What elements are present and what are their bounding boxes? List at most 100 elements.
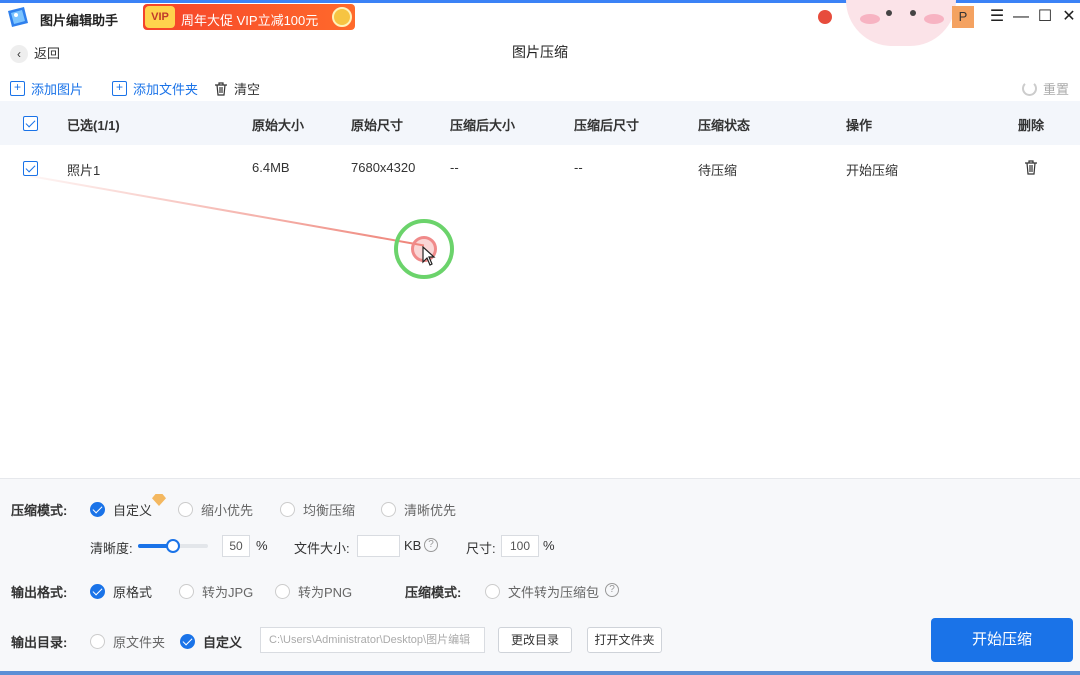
format-label: 输出格式: [11,585,68,600]
mode-shrink-option[interactable]: 缩小优先 [178,500,253,519]
cheek-right [924,14,944,24]
radio-icon [275,584,290,599]
cursor-trail [29,175,425,247]
check-radio-icon [90,584,105,599]
format-original-label: 原格式 [113,585,153,600]
help-icon[interactable]: ? [424,538,438,552]
add-folder-label: 添加文件夹 [133,82,199,97]
header-orig-size: 原始大小 [252,118,305,133]
add-image-button[interactable]: + 添加图片 [10,79,83,98]
clarity-input[interactable]: 50 [222,535,250,557]
dimension-label: 尺寸: [466,541,496,556]
output-label: 输出目录: [11,635,68,650]
output-path-input[interactable]: C:\Users\Administrator\Desktop\图片编辑 [260,627,485,653]
row-orig-dim: 7680x4320 [351,160,416,175]
maximize-button[interactable]: ☐ [1034,6,1056,28]
mode-clarity-label: 清晰优先 [404,503,457,518]
mode-balanced-option[interactable]: 均衡压缩 [280,500,355,519]
reset-label: 重置 [1043,82,1070,97]
mode-clarity-option[interactable]: 清晰优先 [381,500,456,519]
check-radio-icon [180,634,195,649]
coin-icon [332,7,352,27]
header-comp-size: 压缩后大小 [450,118,516,133]
row-orig-size: 6.4MB [252,160,290,175]
format-png-label: 转为PNG [298,585,353,600]
row-start-action[interactable]: 开始压缩 [846,160,898,179]
change-dir-button[interactable]: 更改目录 [498,627,572,653]
eye-right [910,10,916,16]
format-png-option[interactable]: 转为PNG [275,582,352,601]
close-button[interactable]: ✕ [1058,6,1080,28]
row-checkbox[interactable] [23,161,38,176]
clarity-slider[interactable] [138,539,208,553]
header-status: 压缩状态 [698,118,751,133]
row-name: 照片1 [67,163,101,178]
clear-button[interactable]: 清空 [214,79,260,98]
format-original-option[interactable]: 原格式 [90,582,152,601]
mascot-avatar[interactable] [846,0,956,46]
clarity-percent: % [256,538,268,553]
promo-banner[interactable]: VIP 周年大促 VIP立减100元 [143,4,355,30]
header-orig-dim: 原始尺寸 [351,118,404,133]
minimize-button[interactable]: — [1010,6,1032,28]
promo-text: 周年大促 VIP立减100元 [181,13,319,28]
mode-label: 压缩模式: [11,503,68,518]
radio-icon [178,502,193,517]
output-custom-label: 自定义 [203,635,243,650]
header-selected: 已选(1/1) [67,118,120,133]
output-original-label: 原文件夹 [113,635,166,650]
mode-balanced-label: 均衡压缩 [303,503,356,518]
open-folder-button[interactable]: 打开文件夹 [587,627,662,653]
mode2-label: 压缩模式: [405,585,462,600]
mode-shrink-label: 缩小优先 [201,503,254,518]
refresh-icon [1022,81,1037,96]
radio-icon [485,584,500,599]
trash-icon [215,81,227,96]
mode-custom-option[interactable]: 自定义 [90,500,152,519]
start-compress-button[interactable]: 开始压缩 [931,618,1073,662]
mode-custom-label: 自定义 [113,503,153,518]
dimension-input[interactable]: 100 [501,535,539,557]
clarity-slider-handle[interactable] [166,539,180,553]
check-radio-icon [90,502,105,517]
taskbar-edge [0,671,1080,675]
filesize-label: 文件大小: [294,541,350,556]
radio-icon [90,634,105,649]
cheek-left [860,14,880,24]
folder-plus-icon: + [112,81,127,96]
zip-option-label: 文件转为压缩包 [508,585,600,600]
page-title: 图片压缩 [512,44,568,60]
select-all-checkbox[interactable] [23,116,38,131]
header-action: 操作 [846,118,873,133]
output-custom-option[interactable]: 自定义 [180,632,242,651]
row-delete-icon[interactable] [1024,160,1038,175]
clarity-label: 清晰度: [90,541,133,556]
fruit-icon[interactable] [818,10,832,24]
row-comp-dim: -- [574,160,583,175]
app-logo-icon [8,7,28,27]
mouse-cursor-icon [422,246,436,266]
table-header [0,101,1080,145]
clear-label: 清空 [234,82,261,97]
header-comp-dim: 压缩后尺寸 [574,118,640,133]
output-original-option[interactable]: 原文件夹 [90,632,165,651]
plus-icon: + [10,81,25,96]
menu-button[interactable]: ☰ [986,6,1008,28]
reset-button[interactable]: 重置 [1022,79,1069,98]
radio-icon [179,584,194,599]
dimension-percent: % [543,538,555,553]
format-jpg-option[interactable]: 转为JPG [179,582,253,601]
radio-icon [381,502,396,517]
row-comp-size: -- [450,160,459,175]
help-icon[interactable]: ? [605,583,619,597]
add-image-label: 添加图片 [31,82,84,97]
radio-icon [280,502,295,517]
vip-badge: VIP [145,6,175,28]
eye-left [886,10,892,16]
zip-option[interactable]: 文件转为压缩包 [485,582,599,601]
filesize-input[interactable] [357,535,400,557]
app-name: 图片编辑助手 [40,13,119,28]
add-folder-button[interactable]: + 添加文件夹 [112,79,198,98]
p-badge[interactable]: P [952,6,974,28]
row-status: 待压缩 [698,163,738,178]
